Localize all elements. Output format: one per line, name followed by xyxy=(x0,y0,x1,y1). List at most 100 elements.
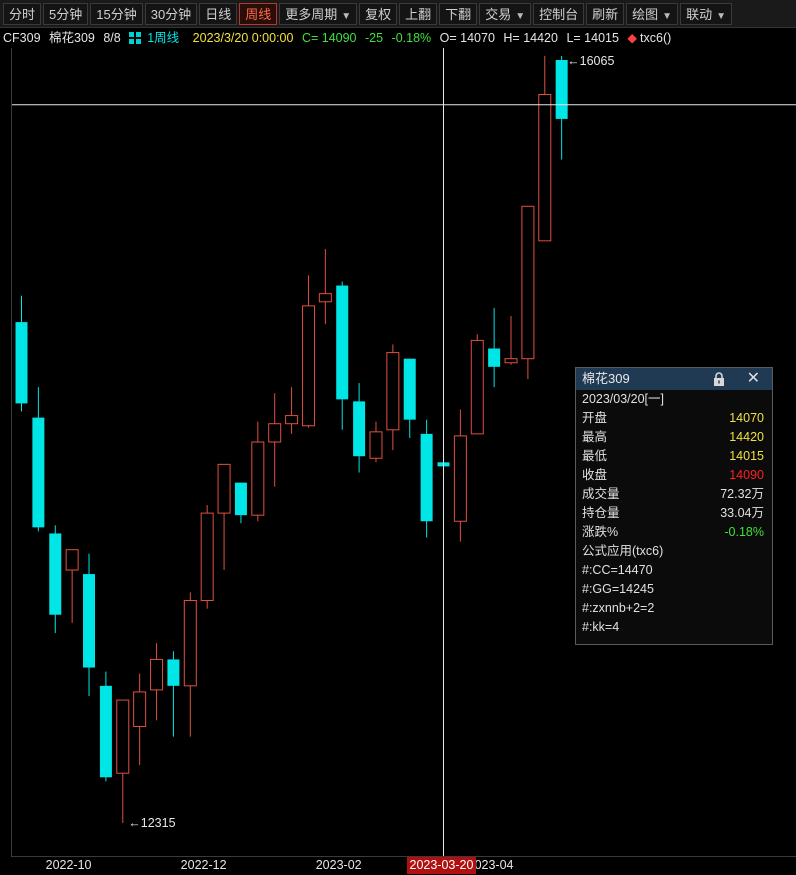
page-indicator: 8/8 xyxy=(103,31,121,45)
candle[interactable] xyxy=(318,248,332,325)
toolbar-button-3[interactable]: 30分钟 xyxy=(144,2,198,25)
candle[interactable] xyxy=(470,334,484,435)
candle[interactable] xyxy=(403,358,416,438)
candle-body xyxy=(403,358,416,420)
candle[interactable] xyxy=(336,281,349,430)
candle-body xyxy=(488,348,501,367)
period-toolbar: 分时 5分钟 15分钟 30分钟 日线 周线 更多周期 ▼ 复权 上翻 下翻 交易 ▼ 控制台 刷新 绘图 ▼ 联… xyxy=(0,0,796,28)
grid-icon[interactable] xyxy=(129,32,143,44)
candle-body xyxy=(217,463,231,514)
toolbar-button-13[interactable]: 绘图 ▼ xyxy=(626,2,679,25)
candle[interactable] xyxy=(150,643,164,721)
popup-row-label: 持仓量 xyxy=(582,506,620,520)
toolbar-button-12[interactable]: 刷新 xyxy=(586,2,625,25)
popup-row: 最低 14015 xyxy=(576,447,772,466)
toolbar-button-11[interactable]: 控制台 xyxy=(533,2,585,25)
candle-body xyxy=(420,433,433,522)
formula-lines: #:CC=14470 #:GG=14245 #:zxnnb+2=2 #:kk=4 xyxy=(576,561,772,637)
candle[interactable] xyxy=(504,316,518,365)
popup-row-label: 收盘 xyxy=(582,468,608,482)
toolbar-button-label: 日线 xyxy=(205,6,232,22)
contract-code: CF309 xyxy=(3,31,41,45)
candle[interactable] xyxy=(217,463,231,571)
candle-body xyxy=(268,423,282,443)
toolbar-button-label: 30分钟 xyxy=(150,6,192,22)
toolbar-button-6[interactable]: 更多周期 ▼ xyxy=(279,2,358,25)
popup-row: 开盘 14070 xyxy=(576,409,772,428)
formula-line: #:GG=14245 xyxy=(582,582,654,596)
candle[interactable] xyxy=(251,421,265,522)
candle[interactable] xyxy=(353,383,366,473)
popup-row: 涨跌% -0.18% xyxy=(576,523,772,542)
candle[interactable] xyxy=(15,295,28,412)
candle[interactable] xyxy=(301,275,315,428)
formula-line: #:CC=14470 xyxy=(582,563,653,577)
candle[interactable] xyxy=(420,419,433,538)
candle[interactable] xyxy=(521,205,535,380)
close-icon[interactable]: ✕ xyxy=(747,368,760,390)
candle[interactable] xyxy=(386,344,400,451)
toolbar-button-1[interactable]: 5分钟 xyxy=(43,2,89,25)
candle-body xyxy=(133,691,147,727)
close-value: C= 14090 xyxy=(301,31,357,45)
candle[interactable] xyxy=(83,553,96,696)
toolbar-button-10[interactable]: 交易 ▼ xyxy=(479,2,532,25)
x-axis: 2022-10 2022-12 2023-02 2023-04 2023-03-20 xyxy=(0,856,796,875)
candle[interactable] xyxy=(555,55,568,160)
candle[interactable] xyxy=(200,504,214,609)
popup-row-label: 最低 xyxy=(582,449,608,463)
candle-body xyxy=(167,659,180,686)
toolbar-button-14[interactable]: 联动 ▼ xyxy=(680,2,732,25)
toolbar-button-label: 15分钟 xyxy=(96,6,137,22)
candle[interactable] xyxy=(99,671,112,782)
candle-body xyxy=(470,339,484,435)
candle-body xyxy=(251,441,265,516)
toolbar-button-label: 下翻 xyxy=(445,6,472,22)
candle[interactable] xyxy=(453,409,467,542)
lock-icon[interactable] xyxy=(712,372,726,386)
popup-row-label: 成交量 xyxy=(582,487,620,501)
popup-header[interactable]: 棉花309 ✕ xyxy=(576,368,772,390)
dropdown-arrow-icon[interactable]: ▼ xyxy=(716,11,726,22)
change-value: -25 xyxy=(365,31,384,45)
popup-row-value: 72.32万 xyxy=(720,487,764,501)
popup-row-value: -0.18% xyxy=(724,525,764,539)
candle-body xyxy=(15,322,28,404)
min-price-label: ←12315 xyxy=(128,816,175,830)
toolbar-button-5[interactable]: 周线 xyxy=(239,2,278,25)
candle[interactable] xyxy=(369,421,383,463)
toolbar-button-9[interactable]: 下翻 xyxy=(439,2,478,25)
popup-row: 最高 14420 xyxy=(576,428,772,447)
candle[interactable] xyxy=(268,393,282,487)
dropdown-arrow-icon[interactable]: ▼ xyxy=(341,11,351,22)
open-value: O= 14070 xyxy=(439,31,495,45)
candle-body xyxy=(504,358,518,364)
indicator-name[interactable]: txc6() xyxy=(640,31,671,45)
toolbar-button-label: 5分钟 xyxy=(49,6,83,22)
candle[interactable] xyxy=(234,482,247,524)
toolbar-button-2[interactable]: 15分钟 xyxy=(90,2,143,25)
candle[interactable] xyxy=(116,699,130,823)
toolbar-button-4[interactable]: 日线 xyxy=(199,2,238,25)
popup-row: 收盘 14090 xyxy=(576,466,772,485)
toolbar-button-0[interactable]: 分时 xyxy=(3,2,42,25)
candle[interactable] xyxy=(488,307,501,388)
candle[interactable] xyxy=(538,55,552,242)
candle-body xyxy=(301,305,315,427)
candle[interactable] xyxy=(32,387,45,532)
toolbar-button-7[interactable]: 复权 xyxy=(359,2,398,25)
candle[interactable] xyxy=(183,592,197,737)
candle-body xyxy=(65,549,79,571)
candle[interactable] xyxy=(167,651,180,737)
popup-row-label: 涨跌% xyxy=(582,525,619,539)
candle[interactable] xyxy=(65,549,79,623)
toolbar-button-8[interactable]: 上翻 xyxy=(399,2,438,25)
candle[interactable] xyxy=(285,387,299,434)
dropdown-arrow-icon[interactable]: ▼ xyxy=(515,11,525,22)
dropdown-arrow-icon[interactable]: ▼ xyxy=(662,11,672,22)
formula-line: #:zxnnb+2=2 xyxy=(582,601,655,615)
candle[interactable] xyxy=(49,525,62,634)
toolbar-button-label: 交易 xyxy=(485,6,512,22)
candle[interactable] xyxy=(133,673,147,766)
toolbar-button-label: 联动 xyxy=(686,6,713,22)
